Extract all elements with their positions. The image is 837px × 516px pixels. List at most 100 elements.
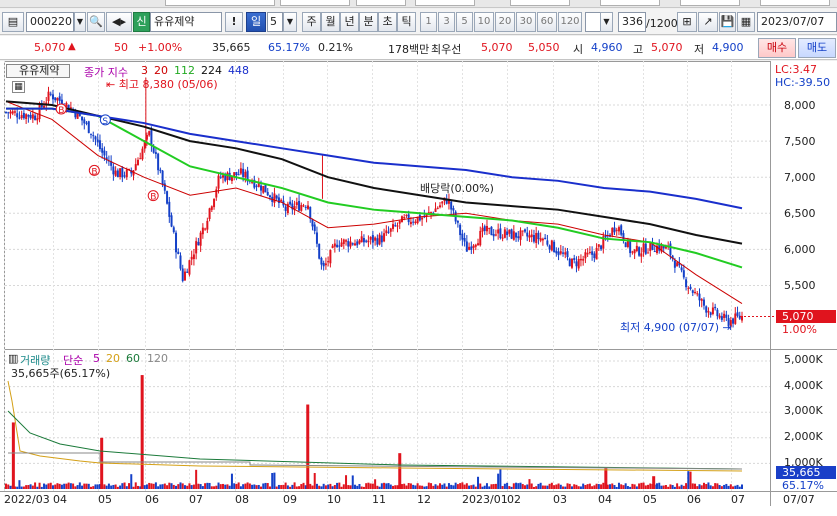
candle-body: [13, 111, 16, 113]
minute-step-60[interactable]: 60: [537, 12, 557, 32]
volume-bar: [620, 484, 623, 489]
candle-body: [289, 201, 292, 205]
volume-bar: [116, 486, 119, 489]
minute-step-1[interactable]: 1: [420, 12, 437, 32]
candle-body: [635, 245, 638, 252]
volume-bar: [400, 484, 403, 489]
volume-bar: [736, 484, 739, 489]
candle-body: [718, 315, 721, 318]
candle-body: [356, 241, 359, 246]
buy-button[interactable]: 매수: [758, 38, 796, 58]
volume-bar: [271, 472, 274, 489]
period-tick-tab[interactable]: 틱: [397, 12, 416, 32]
volume-bar: [92, 486, 95, 489]
count-display-input[interactable]: 336: [618, 12, 646, 32]
stock-chart[interactable]: BBBS 유유제약 종가 지수 3 20 112 224 448 ▦ ⇤ 최고 …: [0, 61, 837, 516]
ma-period-448[interactable]: 448: [228, 64, 249, 77]
volume-bar: [472, 484, 475, 489]
candle-body: [374, 237, 377, 241]
draw-tool-icon[interactable]: ↗: [698, 12, 718, 32]
period-second-tab[interactable]: 초: [378, 12, 397, 32]
period-count-input[interactable]: 5: [267, 12, 283, 32]
volume-bar: [34, 482, 37, 489]
minute-step-20[interactable]: 20: [495, 12, 515, 32]
candle-body: [333, 243, 336, 247]
speaker-icon[interactable]: ◀▸: [106, 12, 132, 32]
volume-spike-6: [652, 476, 656, 489]
candle-body: [199, 232, 202, 246]
period-month-tab[interactable]: 월: [321, 12, 340, 32]
candle-body: [58, 96, 61, 101]
up-arrow-icon: ▲: [68, 41, 76, 52]
candle-body: [508, 229, 511, 234]
volume-bar: [74, 486, 77, 489]
minute-step-120[interactable]: 120: [558, 12, 582, 32]
period-year-tab[interactable]: 년: [340, 12, 359, 32]
vol-axis-4000k: 4,000K: [784, 379, 823, 392]
save-icon[interactable]: 💾: [719, 12, 736, 32]
candle-body: [680, 267, 683, 271]
volume-bar: [644, 485, 647, 489]
stock-name-field[interactable]: 유유제약: [150, 12, 222, 32]
price-panel-title[interactable]: 유유제약: [6, 64, 70, 78]
minute-step-10[interactable]: 10: [474, 12, 494, 32]
date-input[interactable]: 2023/07/07: [757, 12, 837, 32]
table-icon[interactable]: ▦: [12, 81, 25, 93]
step-dropdown-icon[interactable]: ▼: [600, 12, 613, 32]
candle-body: [94, 136, 97, 140]
volume-bar: [322, 483, 325, 489]
volume-bar: [315, 483, 318, 489]
candle-body: [461, 233, 464, 240]
volume-bar: [134, 482, 137, 489]
volume-bar: [414, 485, 417, 489]
candle-body: [154, 152, 157, 154]
candle-body: [555, 250, 558, 254]
chart-canvas[interactable]: B B B S: [0, 61, 837, 516]
volume-bar: [268, 486, 271, 489]
candle-body: [557, 251, 560, 256]
volume-bar: [696, 486, 699, 489]
sell-button[interactable]: 매도: [798, 38, 836, 58]
volume-bar: [360, 486, 363, 489]
candle-body: [723, 313, 726, 318]
candle-body: [224, 175, 227, 181]
candle-body: [463, 237, 466, 242]
stock-code-input[interactable]: 000220: [26, 12, 74, 32]
vol-ma-5[interactable]: 5: [93, 352, 100, 365]
volume-bar: [54, 484, 57, 489]
volume-bar: [94, 484, 97, 489]
volume-bar: [492, 484, 495, 489]
candle-body: [340, 242, 343, 247]
layout-icon[interactable]: ▤: [2, 12, 24, 32]
warning-button[interactable]: !: [225, 12, 243, 32]
x-axis-right-date: 07/07: [783, 493, 815, 506]
period-minute-tab[interactable]: 분: [359, 12, 378, 32]
vol-ma-120[interactable]: 120: [147, 352, 168, 365]
minute-step-30[interactable]: 30: [516, 12, 536, 32]
volume-bar: [157, 486, 160, 489]
window-top-strip: [0, 0, 837, 8]
candle-body: [338, 245, 341, 247]
candle-body: [206, 220, 209, 230]
period-day-tab[interactable]: 일: [246, 12, 266, 32]
minute-step-3[interactable]: 3: [438, 12, 455, 32]
volume-bar: [557, 483, 560, 489]
candle-body: [219, 176, 222, 178]
candle-body: [181, 268, 184, 282]
code-dropdown-icon[interactable]: ▼: [74, 12, 86, 32]
volume-bar: [331, 486, 334, 489]
period-week-tab[interactable]: 주: [302, 12, 321, 32]
volume-bar: [544, 485, 547, 489]
grid-icon[interactable]: ▦: [737, 12, 755, 32]
candle-body: [550, 240, 553, 251]
volume-bar: [318, 485, 321, 489]
vol-ma-60[interactable]: 60: [126, 352, 140, 365]
add-indicator-icon[interactable]: ⊞: [677, 12, 697, 32]
volume-bar: [647, 484, 650, 489]
minute-step-5[interactable]: 5: [456, 12, 473, 32]
search-icon[interactable]: 🔍: [87, 12, 105, 32]
volume-bar: [609, 484, 612, 489]
candle-body: [398, 220, 401, 224]
period-dropdown-icon[interactable]: ▼: [283, 12, 297, 32]
vol-ma-20[interactable]: 20: [106, 352, 120, 365]
